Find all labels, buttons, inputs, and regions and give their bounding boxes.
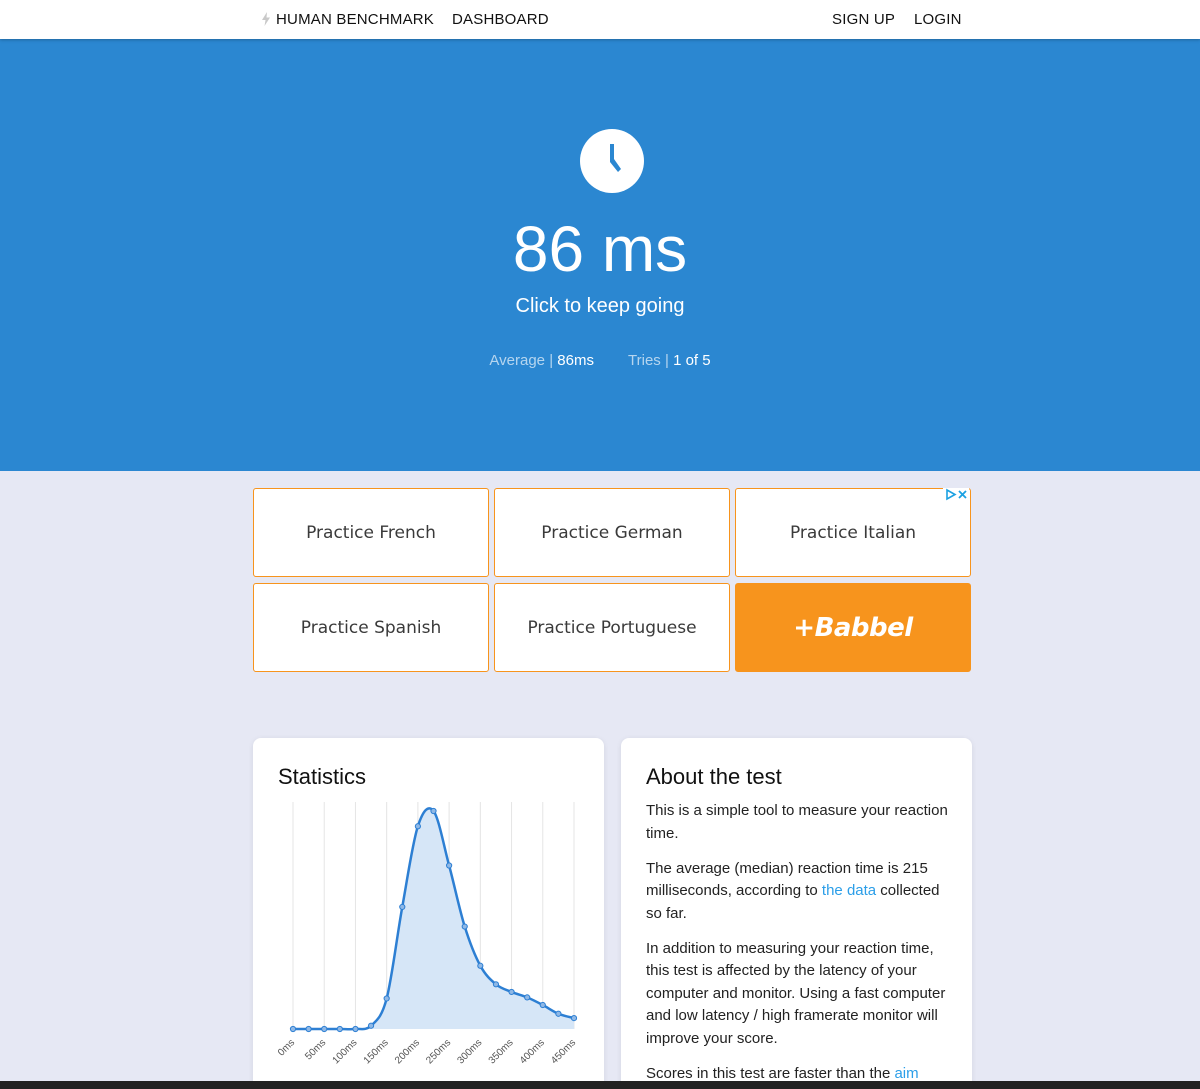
- statistics-card: Statistics 0ms 50ms 100ms 150ms 200ms 250ms 30…: [253, 738, 604, 1089]
- data-point: [305, 1025, 312, 1033]
- data-point: [555, 1010, 562, 1017]
- statistics-title: Statistics: [278, 764, 367, 789]
- data-point: [289, 1025, 297, 1033]
- result-time: 86 ms: [512, 213, 688, 285]
- data-point: [446, 862, 453, 869]
- about-card: About the test This is a simple tool to …: [621, 738, 972, 1089]
- tries-value: 1 of 5: [673, 352, 711, 369]
- adchoices-icon: [946, 488, 957, 501]
- average-label: Average: [489, 352, 546, 369]
- tries-label: Tries: [628, 352, 661, 369]
- data-point: [414, 823, 421, 830]
- data-point: [570, 1015, 578, 1022]
- about-paragraph-2: The average (median) reaction time is 21…: [646, 859, 940, 922]
- x-tick-label: 150ms: [362, 1037, 391, 1066]
- data-point: [399, 903, 406, 911]
- data-point: [336, 1025, 343, 1033]
- x-tick-label: 100ms: [331, 1037, 360, 1066]
- aim-link[interactable]: aim: [894, 1065, 918, 1082]
- login-link[interactable]: LOGIN: [914, 11, 962, 28]
- ad-tile-italian[interactable]: Practice Italian: [735, 488, 971, 577]
- tries-separator: |: [664, 352, 669, 369]
- about-paragraph-1: This is a simple tool to measure your re…: [646, 802, 948, 842]
- signup-link[interactable]: SIGN UP: [832, 11, 895, 28]
- data-point: [492, 981, 500, 988]
- x-tick-label: 300ms: [455, 1037, 484, 1066]
- data-point: [539, 1001, 546, 1009]
- x-tick-label: 50ms: [303, 1037, 328, 1062]
- data-point: [508, 988, 515, 996]
- close-icon: [958, 490, 967, 499]
- data-point: [321, 1025, 328, 1033]
- top-nav: HUMAN BENCHMARK DASHBOARD SIGN UP LOGIN: [0, 0, 1200, 39]
- distribution-area: [293, 808, 574, 1030]
- data-point: [383, 995, 390, 1002]
- the-data-link[interactable]: the data: [822, 882, 876, 899]
- score-summary: Average | 86ms Tries | 1 of 5: [0, 352, 1200, 369]
- data-point: [524, 994, 531, 1001]
- about-title: About the test: [646, 764, 782, 789]
- continue-prompt: Click to keep going: [515, 295, 685, 317]
- about-paragraph-3: In addition to measuring your reaction t…: [646, 939, 946, 1047]
- average-separator: |: [549, 352, 554, 369]
- reaction-test-area[interactable]: 86 ms Click to keep going Average | 86ms…: [0, 39, 1200, 471]
- ad-tile-portuguese[interactable]: Practice Portuguese: [494, 583, 730, 672]
- about-text: This is a simple tool to measure your re…: [646, 800, 951, 1089]
- data-point: [367, 1022, 375, 1029]
- x-tick-label: 200ms: [393, 1037, 422, 1066]
- data-point: [461, 923, 468, 930]
- bolt-icon: [262, 12, 270, 26]
- babbel-logo[interactable]: +Babbel: [735, 583, 971, 672]
- ad-tile-french[interactable]: Practice French: [253, 488, 489, 577]
- x-tick-label: 450ms: [549, 1037, 578, 1066]
- ad-tile-german[interactable]: Practice German: [494, 488, 730, 577]
- data-point: [477, 962, 484, 969]
- average-value: 86ms: [557, 352, 594, 369]
- reaction-distribution-chart: 0ms 50ms 100ms 150ms 200ms 250ms 300ms 350ms 400…: [276, 802, 578, 1066]
- taskbar-edge: [0, 1081, 1200, 1089]
- x-tick-label: 400ms: [518, 1037, 547, 1066]
- dashboard-link[interactable]: DASHBOARD: [452, 11, 549, 28]
- data-point: [430, 807, 437, 815]
- x-tick-label: 350ms: [487, 1037, 516, 1066]
- data-point: [352, 1025, 359, 1033]
- ad-tile-spanish[interactable]: Practice Spanish: [253, 583, 489, 672]
- brand-link[interactable]: HUMAN BENCHMARK: [276, 11, 434, 28]
- ad-banner: Practice French Practice German Practice…: [253, 488, 971, 673]
- ad-choices[interactable]: [943, 488, 969, 501]
- x-tick-label: 0ms: [276, 1037, 297, 1058]
- clock-icon: [580, 129, 644, 193]
- x-tick-label: 250ms: [424, 1037, 453, 1066]
